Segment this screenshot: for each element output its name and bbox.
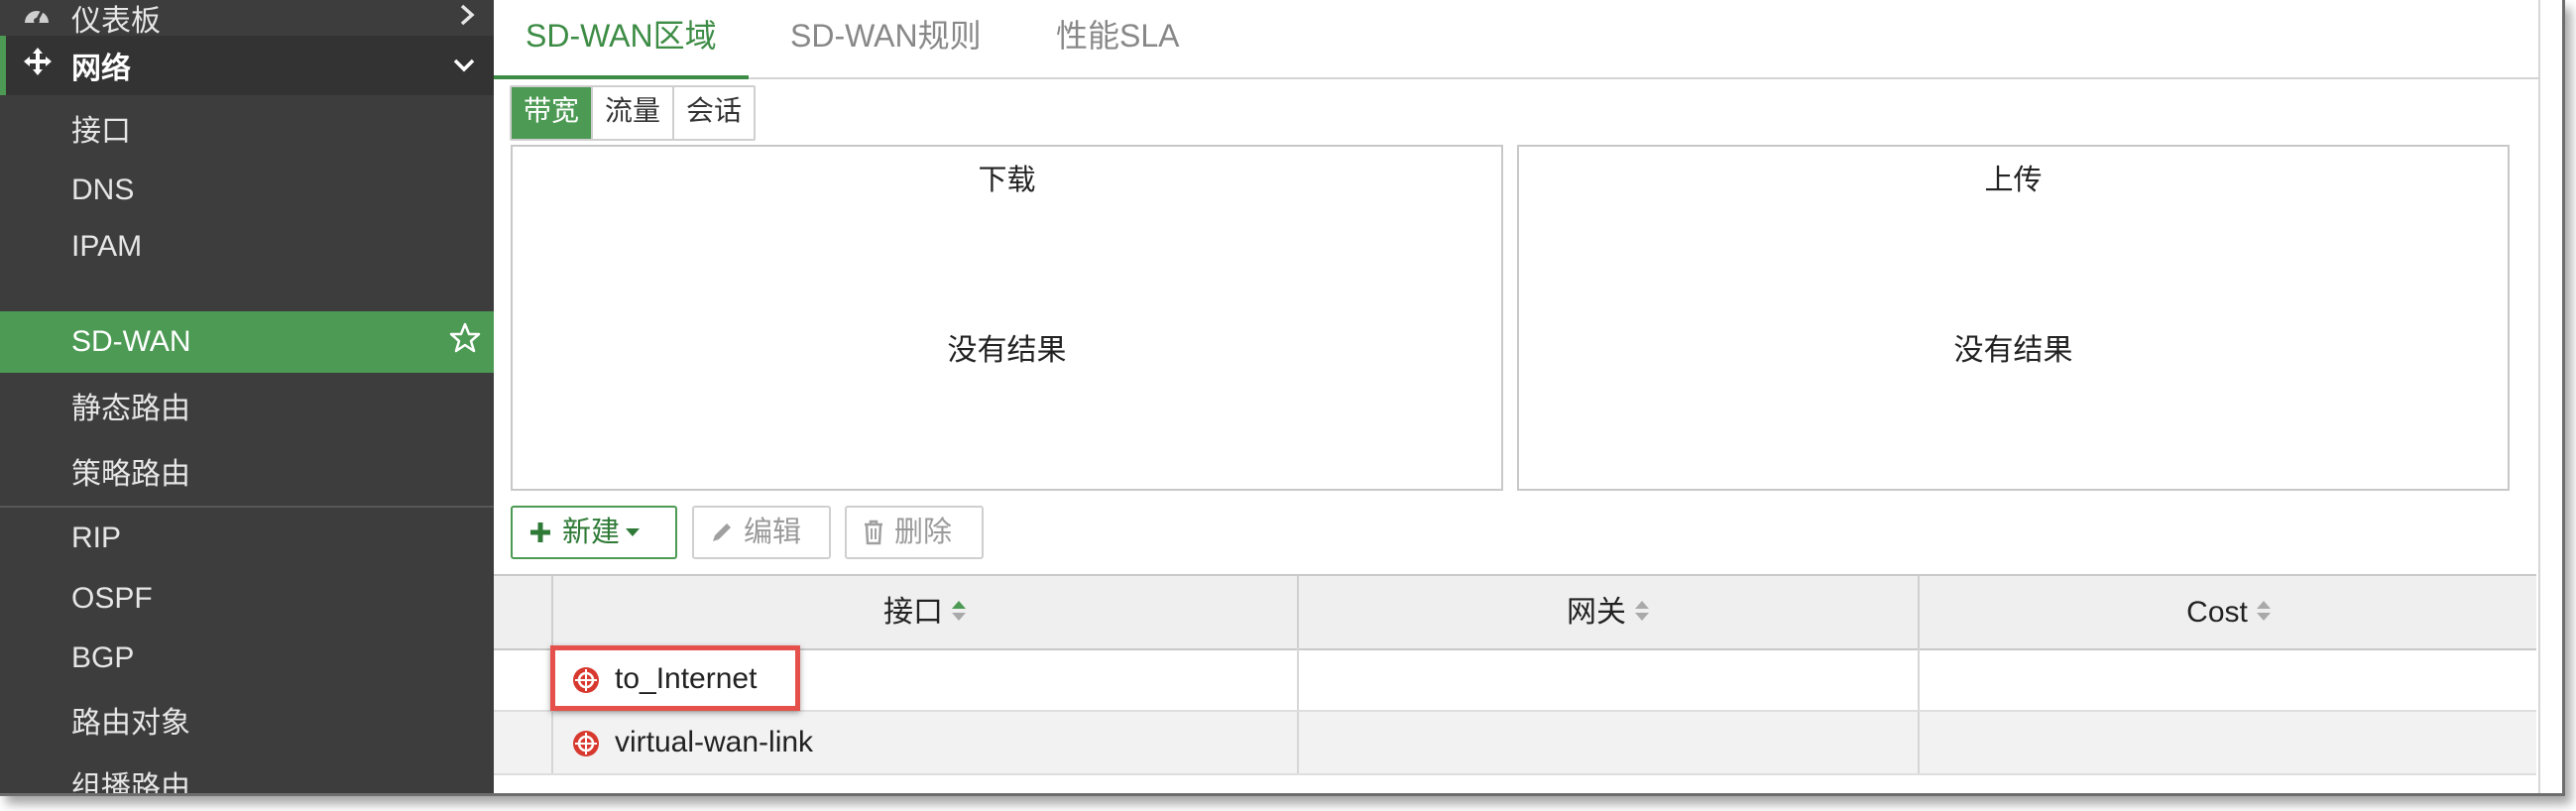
create-new-button[interactable]: 新建 <box>511 506 677 559</box>
main-content: SD-WAN区域 SD-WAN规则 性能SLA 带宽 流量 会话 下载 没有结果… <box>494 0 2562 793</box>
sidebar-item-label: DNS <box>71 174 135 206</box>
upload-panel: 上传 没有结果 <box>1517 145 2510 491</box>
delete-label: 删除 <box>894 517 953 548</box>
cell-gateway <box>1297 712 1918 773</box>
column-header-interface[interactable]: 接口 <box>551 576 1297 648</box>
table-row[interactable]: virtual-wan-link <box>494 712 2536 775</box>
interface-name: virtual-wan-link <box>615 726 814 758</box>
tab-bar: SD-WAN区域 SD-WAN规则 性能SLA <box>494 0 2562 79</box>
sidebar-item-ipam[interactable]: IPAM <box>0 220 494 311</box>
sidebar-item-label: 组播路由 <box>71 771 190 796</box>
cell-cost <box>1918 712 2538 773</box>
edit-label: 编辑 <box>744 517 802 548</box>
table-header: 接口 网关 Cost <box>494 574 2536 650</box>
sidebar-item-label: IPAM <box>71 230 143 263</box>
sidebar-item-bgp[interactable]: BGP <box>0 629 494 688</box>
delete-button[interactable]: 删除 <box>845 506 984 559</box>
sidebar-item-label: 路由对象 <box>71 707 190 740</box>
segment-bandwidth[interactable]: 带宽 <box>512 87 594 139</box>
download-panel: 下载 没有结果 <box>511 145 1503 491</box>
column-label: 网关 <box>1567 596 1626 629</box>
chart-mode-toggle: 带宽 流量 会话 <box>510 85 757 141</box>
pencil-icon <box>710 521 734 544</box>
sidebar-item-route-objects[interactable]: 路由对象 <box>0 688 494 752</box>
sidebar-item-label: 接口 <box>71 115 131 148</box>
cell-interface: virtual-wan-link <box>551 712 1297 773</box>
sort-icon <box>1634 578 1650 650</box>
sidebar-item-dashboard[interactable]: 仪表板 <box>0 0 494 38</box>
sidebar-item-static-routes[interactable]: 静态路由 <box>0 373 494 438</box>
sidebar-item-label: 静态路由 <box>71 393 190 425</box>
sidebar-item-multicast[interactable]: 组播路由 <box>0 752 494 796</box>
sidebar-item-sd-wan[interactable]: SD-WAN <box>0 311 494 373</box>
sidebar-item-label: 策略路由 <box>71 458 190 491</box>
sort-icon <box>951 578 967 650</box>
sidebar-item-label: SD-WAN <box>71 325 191 358</box>
column-label: 接口 <box>883 596 943 629</box>
sd-wan-member-icon <box>571 729 601 763</box>
segment-sessions[interactable]: 会话 <box>674 87 755 139</box>
tab-sd-wan-zones[interactable]: SD-WAN区域 <box>494 0 749 79</box>
scrollbar-track[interactable] <box>2538 0 2562 793</box>
edit-button[interactable]: 编辑 <box>692 506 831 559</box>
tab-performance-sla[interactable]: 性能SLA <box>1024 0 1212 75</box>
chevron-right-icon <box>458 1 476 35</box>
no-results-text: 没有结果 <box>947 334 1067 367</box>
sidebar-section-label: 网络 <box>71 53 131 85</box>
tab-sd-wan-rules[interactable]: SD-WAN规则 <box>759 0 1013 75</box>
sidebar-item-label: RIP <box>71 521 122 554</box>
sidebar-item-dns[interactable]: DNS <box>0 161 494 220</box>
sidebar-item-label: BGP <box>71 641 135 674</box>
segment-volume[interactable]: 流量 <box>593 87 675 139</box>
sidebar-item-interfaces[interactable]: 接口 <box>0 95 494 161</box>
caret-down-icon <box>626 528 641 536</box>
column-label: Cost <box>2186 596 2248 629</box>
move-arrows-icon <box>22 46 54 85</box>
sidebar-item-label: OSPF <box>71 582 153 615</box>
sidebar-item-ospf[interactable]: OSPF <box>0 569 494 629</box>
table-row[interactable]: to_Internet <box>494 648 2536 712</box>
dashboard-gauge-icon <box>22 1 52 35</box>
annotation-highlight-box <box>550 645 800 711</box>
sort-icon <box>2256 578 2272 650</box>
sidebar: 仪表板 网络 接口 DNS IPAM SD-WAN 静态路由 策略路由 RIP … <box>0 0 494 793</box>
panel-title: 下载 <box>978 165 1036 196</box>
column-header-cost[interactable]: Cost <box>1918 576 2538 648</box>
create-new-label: 新建 <box>562 517 621 548</box>
chevron-down-icon <box>452 49 476 82</box>
sidebar-item-rip[interactable]: RIP <box>0 508 494 569</box>
plus-icon <box>528 521 552 544</box>
sidebar-item-label: 仪表板 <box>71 5 161 38</box>
panel-title: 上传 <box>1984 165 2043 196</box>
column-header-gateway[interactable]: 网关 <box>1297 576 1918 648</box>
star-favorite-icon[interactable] <box>448 321 482 363</box>
no-results-text: 没有结果 <box>1953 334 2073 367</box>
cell-gateway <box>1297 648 1918 710</box>
cell-cost <box>1918 648 2538 710</box>
sidebar-item-policy-routes[interactable]: 策略路由 <box>0 438 494 504</box>
app-window: 仪表板 网络 接口 DNS IPAM SD-WAN 静态路由 策略路由 RIP … <box>0 0 2565 796</box>
sidebar-section-network[interactable]: 网络 <box>0 36 494 95</box>
trash-icon <box>863 520 884 545</box>
